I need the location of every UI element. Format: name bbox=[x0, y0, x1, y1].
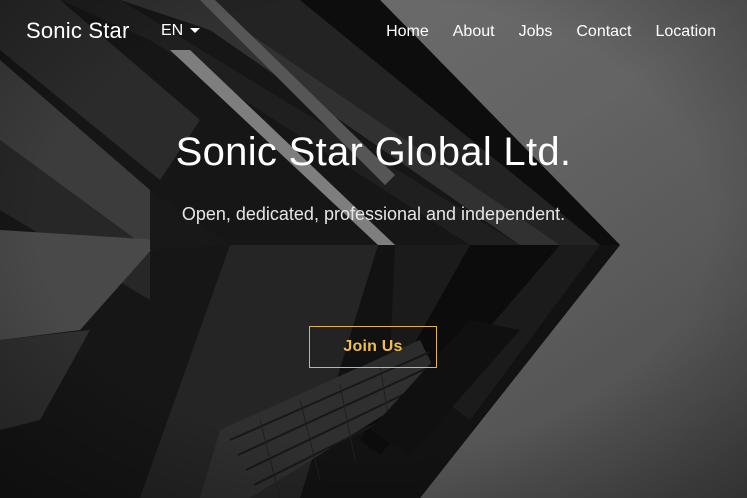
language-label: EN bbox=[161, 22, 184, 39]
nav-links: Home About Jobs Contact Location bbox=[386, 23, 716, 41]
brand-logo[interactable]: Sonic Star bbox=[26, 18, 130, 44]
hero-title: Sonic Star Global Ltd. bbox=[175, 130, 572, 174]
navbar: Sonic Star EN Home About Jobs Contact Lo… bbox=[0, 0, 747, 64]
nav-link-location[interactable]: Location bbox=[656, 23, 717, 41]
nav-link-about[interactable]: About bbox=[453, 23, 495, 41]
hero-tagline: Open, dedicated, professional and indepe… bbox=[181, 204, 566, 224]
nav-link-home[interactable]: Home bbox=[386, 23, 429, 41]
caret-down-icon bbox=[190, 27, 201, 33]
language-dropdown[interactable]: EN bbox=[161, 22, 201, 40]
nav-link-jobs[interactable]: Jobs bbox=[519, 23, 553, 41]
nav-link-contact[interactable]: Contact bbox=[576, 23, 631, 41]
join-us-button[interactable]: Join Us bbox=[309, 326, 437, 368]
hero-section: Sonic Star EN Home About Jobs Contact Lo… bbox=[0, 0, 747, 498]
background-image bbox=[0, 0, 747, 498]
